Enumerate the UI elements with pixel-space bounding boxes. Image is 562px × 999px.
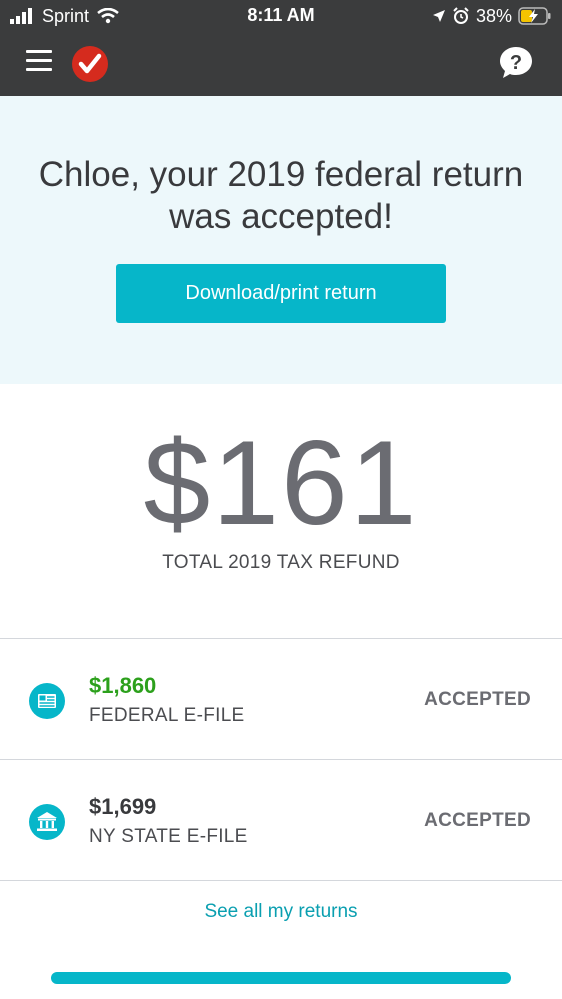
help-icon[interactable]: ? [498,45,534,81]
state-refund-amount: $1,699 [89,794,157,819]
see-all-returns-link[interactable]: See all my returns [0,901,562,923]
status-bar: Sprint 8:11 AM 38% [0,0,562,32]
top-bar: Sprint 8:11 AM 38% ? [0,0,562,96]
federal-efile-label: FEDERAL E-FILE [89,705,245,726]
home-indicator-bar [51,972,511,984]
status-right: 38% [432,5,552,27]
state-status: ACCEPTED [424,810,531,831]
svg-text:?: ? [510,52,522,74]
checkmark-icon [78,53,102,74]
heading-line-1: Chloe, your 2019 federal return [38,155,524,194]
accepted-banner: Chloe, your 2019 federal return was acce… [0,96,562,384]
menu-icon[interactable] [26,50,52,74]
divider [0,880,562,881]
federal-return-row[interactable]: $1,860 FEDERAL E-FILE ACCEPTED [0,639,562,759]
turbotax-logo [72,46,108,82]
heading-line-2: was accepted! [169,197,393,236]
accepted-heading: Chloe, your 2019 federal return was acce… [10,154,552,238]
federal-refund-amount: $1,860 [89,673,157,698]
state-return-row[interactable]: $1,699 NY STATE E-FILE ACCEPTED [0,760,562,880]
state-efile-label: NY STATE E-FILE [89,826,248,847]
total-refund-label: TOTAL 2019 TAX REFUND [162,552,400,573]
battery-percent: 38% [475,5,512,26]
battery-charging-icon [518,7,551,25]
alarm-clock-icon [453,7,469,24]
state-building-icon [29,804,65,840]
federal-status: ACCEPTED [424,689,531,710]
download-print-button[interactable]: Download/print return [116,264,446,323]
location-arrow-icon [432,10,445,22]
flag-icon [29,683,65,719]
app-bar: ? [0,32,562,96]
total-refund-amount: $161 [143,416,419,550]
